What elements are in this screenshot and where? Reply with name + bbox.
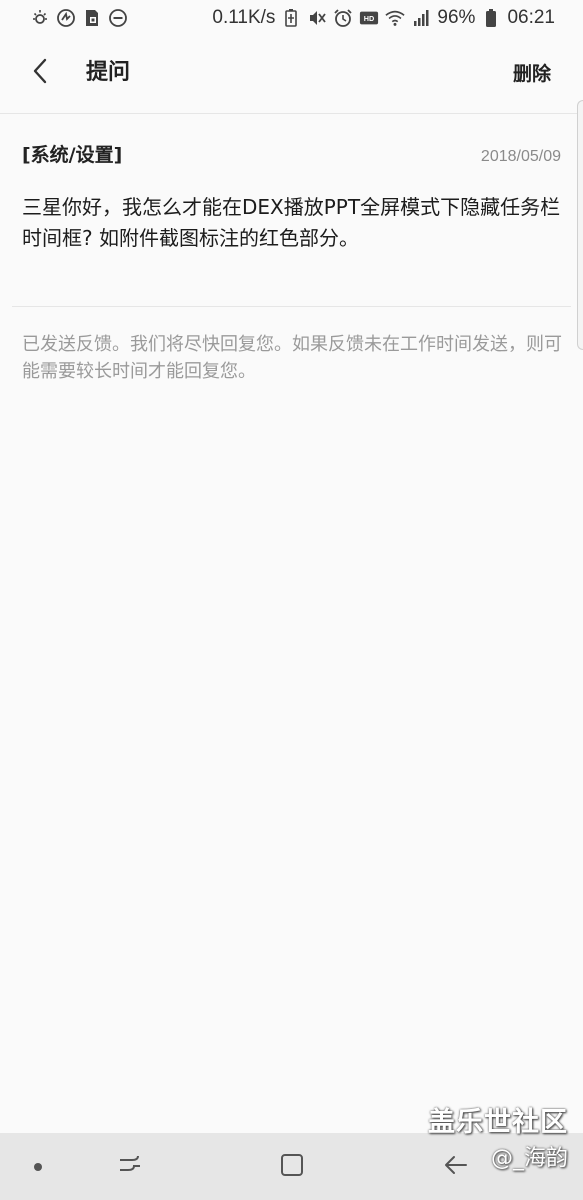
- status-bar: 0.11K/s HD 96% 06:21: [0, 0, 583, 36]
- battery-icon: [481, 8, 501, 28]
- home-icon: [278, 1151, 306, 1183]
- status-left-icons: [30, 8, 128, 28]
- battery-saver-icon: [281, 8, 301, 28]
- battery-percent: 96%: [437, 7, 476, 28]
- hd-icon: HD: [359, 8, 379, 28]
- question-body: 三星你好，我怎么才能在DEX播放PPT全屏模式下隐藏任务栏时间框? 如附件截图标…: [22, 195, 561, 250]
- recent-apps-icon: [116, 1151, 144, 1183]
- feedback-note: 已发送反馈。我们将尽快回复您。如果反馈未在工作时间发送，则可能需要较长时间才能回…: [22, 334, 562, 382]
- wifi-icon: [385, 8, 406, 28]
- divider: [12, 306, 571, 307]
- recent-apps-button[interactable]: [114, 1151, 146, 1183]
- sd-lock-icon: [82, 8, 102, 28]
- status-right: 0.11K/s HD 96% 06:21: [212, 7, 555, 29]
- back-nav-button[interactable]: [440, 1151, 472, 1183]
- back-button[interactable]: [22, 55, 58, 91]
- question-date: 2018/05/09: [480, 148, 561, 165]
- alarm-icon: [333, 8, 353, 28]
- question-card: [系统/设置] 2018/05/09 三星你好，我怎么才能在DEX播放PPT全屏…: [0, 114, 583, 308]
- spark-icon: [56, 8, 76, 28]
- page-title: 提问: [86, 60, 131, 85]
- mute-icon: [307, 8, 327, 28]
- dnd-icon: [108, 8, 128, 28]
- chevron-left-icon: [30, 57, 50, 89]
- home-button[interactable]: [276, 1151, 308, 1183]
- clock: 06:21: [507, 7, 555, 28]
- question-category: [系统/设置]: [22, 144, 123, 166]
- app-bar: 提问 删除: [0, 36, 583, 114]
- sun-icon: [30, 8, 50, 28]
- svg-text:HD: HD: [364, 14, 375, 23]
- nav-dot-button[interactable]: [22, 1151, 54, 1183]
- delete-button[interactable]: 删除: [513, 60, 551, 88]
- dot-icon: [32, 1158, 44, 1177]
- back-arrow-icon: [442, 1151, 470, 1183]
- watermark-site: 盖乐世社区: [428, 1107, 568, 1138]
- watermark-author: @_海韵: [490, 1146, 568, 1171]
- signal-icon: [411, 8, 431, 28]
- network-speed: 0.11K/s: [212, 7, 276, 28]
